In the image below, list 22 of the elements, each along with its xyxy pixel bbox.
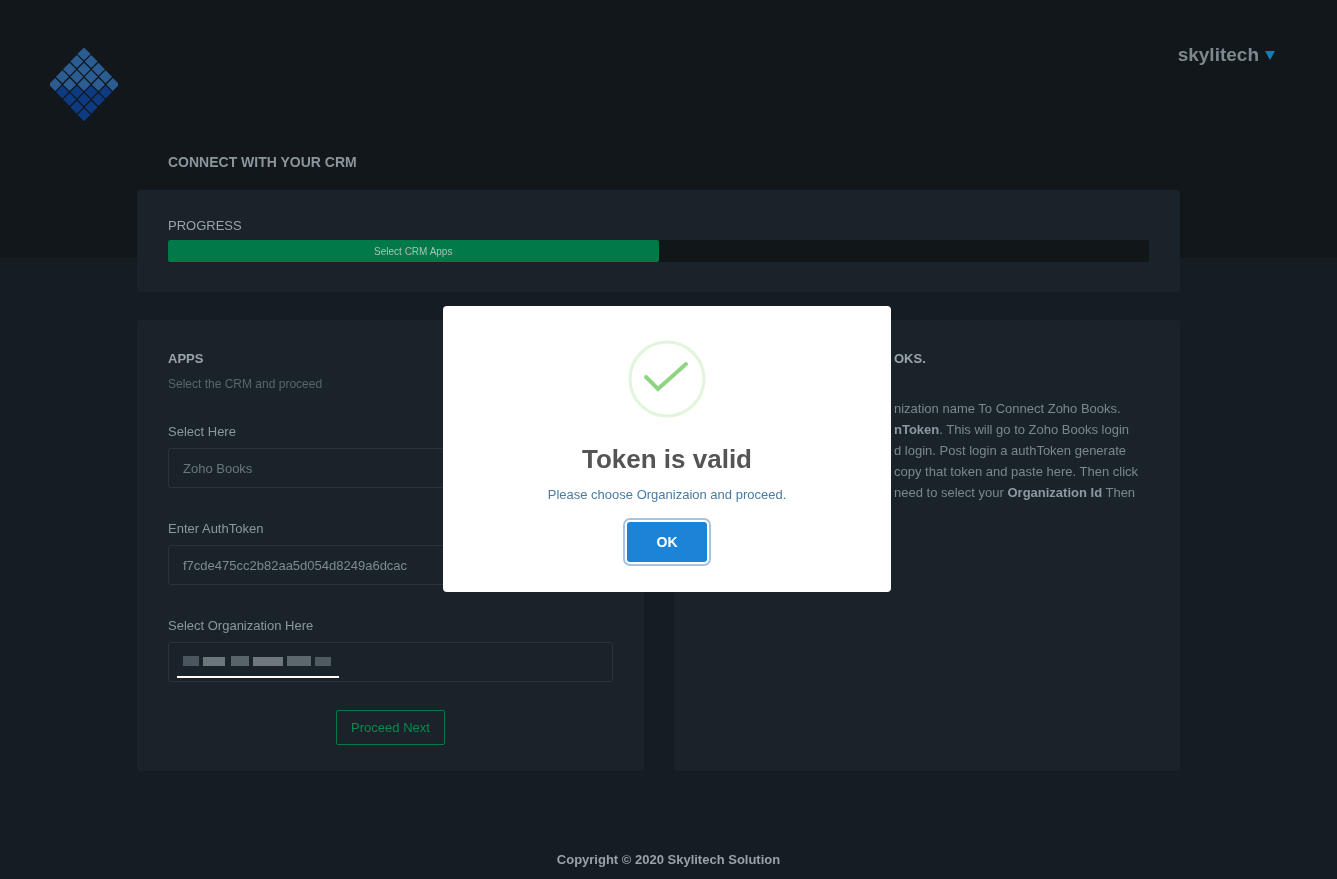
field-label: Select Here xyxy=(168,424,237,439)
user-menu[interactable]: skylitech xyxy=(1177,44,1275,66)
instruction-text: nToken. This will go to Zoho Books login xyxy=(894,421,1131,439)
instruction-text: d login. Post login a authToken generate xyxy=(894,442,1127,460)
dialog-message: Please choose Organizaion and proceed. xyxy=(547,487,787,502)
proceed-button[interactable]: Proceed Next xyxy=(336,710,445,745)
logo-icon xyxy=(50,46,118,124)
field-label: Select Organization Here xyxy=(168,618,315,633)
organization-select[interactable] xyxy=(168,642,613,682)
panel-title: APPS xyxy=(168,351,205,366)
instruction-text: nization name To Connect Zoho Books. xyxy=(894,400,1122,418)
checkmark-icon xyxy=(628,340,706,418)
footer-text: Copyright © 2020 Skylitech Solution xyxy=(555,852,782,867)
panel-title: OKS. xyxy=(893,351,927,366)
page-title: CONNECT WITH YOUR CRM xyxy=(167,153,358,172)
progress-text: Select CRM Apps xyxy=(374,245,453,257)
progress-label: PROGRESS xyxy=(168,218,243,233)
panel-subtitle: Select the CRM and proceed xyxy=(168,377,324,391)
field-label: Enter AuthToken xyxy=(168,521,265,536)
caret-icon xyxy=(1265,50,1275,60)
instruction-text: need to select your Organization Id Then xyxy=(894,484,1137,502)
instruction-text: copy that token and paste here. Then click xyxy=(894,463,1140,481)
